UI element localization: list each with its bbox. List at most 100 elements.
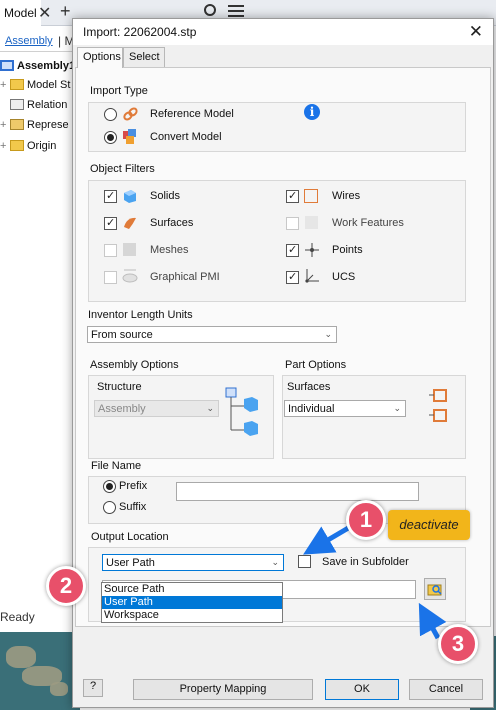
assembly-options-label: Assembly Options [90, 359, 179, 371]
meshes-checkbox[interactable] [104, 244, 117, 257]
work-features-checkbox[interactable] [286, 217, 299, 230]
reference-link-icon [123, 107, 138, 121]
tab-model[interactable]: Model [0, 0, 41, 26]
surfaces-option-label: Surfaces [287, 381, 331, 393]
info-icon[interactable]: i [304, 104, 320, 120]
tab-options[interactable]: Options [77, 47, 123, 68]
graphical-pmi-label: Graphical PMI [150, 271, 220, 283]
points-icon [305, 243, 319, 257]
tab-close-icon[interactable]: ✕ [38, 3, 51, 23]
ucs-checkbox[interactable] [286, 271, 299, 284]
surfaces-option-value: Individual [288, 403, 335, 415]
ok-button[interactable]: OK [325, 679, 399, 700]
status-text: Ready [0, 610, 35, 624]
ucs-label: UCS [332, 271, 356, 283]
chevron-down-icon: ⌄ [206, 403, 214, 413]
dropdown-option-user-path[interactable]: User Path [102, 596, 282, 609]
wires-label: Wires [332, 190, 361, 202]
output-location-value: User Path [106, 557, 155, 569]
add-tab-icon[interactable]: + [60, 1, 71, 22]
points-label: Points [332, 244, 363, 256]
solids-label: Solids [150, 190, 180, 202]
step-badge-3: 3 [438, 624, 478, 664]
individual-surfaces-icon [429, 389, 447, 422]
browse-folder-icon [427, 584, 442, 596]
output-location-label: Output Location [91, 531, 169, 543]
origin-icon [10, 140, 24, 151]
output-location-dropdown: Source Path User Path Workspace [101, 582, 283, 623]
assembly-icon [0, 60, 14, 71]
tab-select[interactable]: Select [123, 47, 165, 67]
length-units-label: Inventor Length Units [88, 309, 193, 321]
prefix-label: Prefix [119, 480, 148, 492]
surfaces-checkbox[interactable] [104, 217, 117, 230]
ok-label: OK [354, 683, 370, 695]
tree-item-origin[interactable]: + Origin [0, 140, 56, 158]
property-mapping-button[interactable]: Property Mapping [133, 679, 313, 700]
expand-icon[interactable]: + [0, 79, 10, 91]
convert-model-radio[interactable] [104, 131, 117, 144]
cancel-label: Cancel [428, 683, 464, 695]
help-button[interactable]: ? [83, 679, 103, 697]
surfaces-option-select[interactable]: Individual ⌄ [284, 400, 406, 417]
structure-value: Assembly [98, 403, 146, 415]
solids-checkbox[interactable] [104, 190, 117, 203]
expand-icon[interactable]: + [0, 140, 10, 152]
browser-divider [0, 51, 80, 52]
cancel-button[interactable]: Cancel [409, 679, 483, 700]
dropdown-option-workspace[interactable]: Workspace [102, 609, 282, 622]
reference-model-label: Reference Model [150, 108, 234, 120]
dialog-title-bar: Import: 22062004.stp ✕ [73, 19, 493, 45]
tree-item-assembly[interactable]: Assembly1 [0, 60, 75, 78]
viewport-thumbnail [0, 632, 80, 710]
search-icon[interactable] [204, 4, 216, 16]
step-badge-1: 1 [346, 500, 386, 540]
import-dialog: Import: 22062004.stp ✕ Options Select Im… [72, 18, 494, 708]
graphical-pmi-icon [122, 269, 138, 283]
solids-icon [124, 190, 136, 203]
expand-icon [0, 99, 10, 111]
length-units-select[interactable]: From source ⌄ [87, 326, 337, 343]
save-in-subfolder-label: Save in Subfolder [322, 556, 409, 568]
suffix-radio[interactable] [103, 501, 116, 514]
tab-options-label: Options [83, 51, 121, 63]
meshes-icon [123, 243, 136, 256]
structure-label: Structure [97, 381, 142, 393]
tab-select-label: Select [129, 51, 160, 63]
ucs-icon [305, 269, 319, 283]
meshes-label: Meshes [150, 244, 189, 256]
output-location-select[interactable]: User Path ⌄ [102, 554, 284, 571]
tree-item-representations[interactable]: + Represe [0, 119, 69, 137]
tree-item-model-states[interactable]: + Model St [0, 79, 70, 97]
tab-model-label: Model [4, 6, 37, 20]
file-name-input[interactable] [176, 482, 419, 501]
folder-icon [10, 79, 24, 90]
graphical-pmi-checkbox[interactable] [104, 271, 117, 284]
relationships-icon [10, 99, 24, 110]
convert-model-icon [123, 129, 136, 144]
structure-select[interactable]: Assembly ⌄ [94, 400, 219, 417]
reference-model-radio[interactable] [104, 108, 117, 121]
dropdown-option-source-path[interactable]: Source Path [102, 583, 282, 596]
chevron-down-icon: ⌄ [271, 557, 279, 567]
step-badge-2: 2 [46, 566, 86, 606]
surfaces-label: Surfaces [150, 217, 194, 229]
convert-model-label: Convert Model [150, 131, 222, 143]
wires-checkbox[interactable] [286, 190, 299, 203]
representations-icon [10, 119, 24, 130]
close-icon[interactable]: ✕ [469, 22, 483, 42]
prefix-radio[interactable] [103, 480, 116, 493]
surfaces-icon [124, 217, 136, 229]
assembly-view-link[interactable]: Assembly [5, 35, 53, 47]
browse-folder-button[interactable] [424, 578, 446, 600]
tree-item-label: Model St [27, 79, 71, 91]
tree-item-relationships[interactable]: Relation [0, 99, 67, 117]
points-checkbox[interactable] [286, 244, 299, 257]
save-in-subfolder-checkbox[interactable] [298, 555, 311, 568]
property-mapping-label: Property Mapping [179, 683, 267, 695]
wires-icon [304, 189, 318, 203]
help-icon: ? [89, 680, 97, 692]
suffix-label: Suffix [119, 501, 147, 513]
expand-icon[interactable]: + [0, 119, 10, 131]
hamburger-menu-icon[interactable] [228, 5, 244, 17]
